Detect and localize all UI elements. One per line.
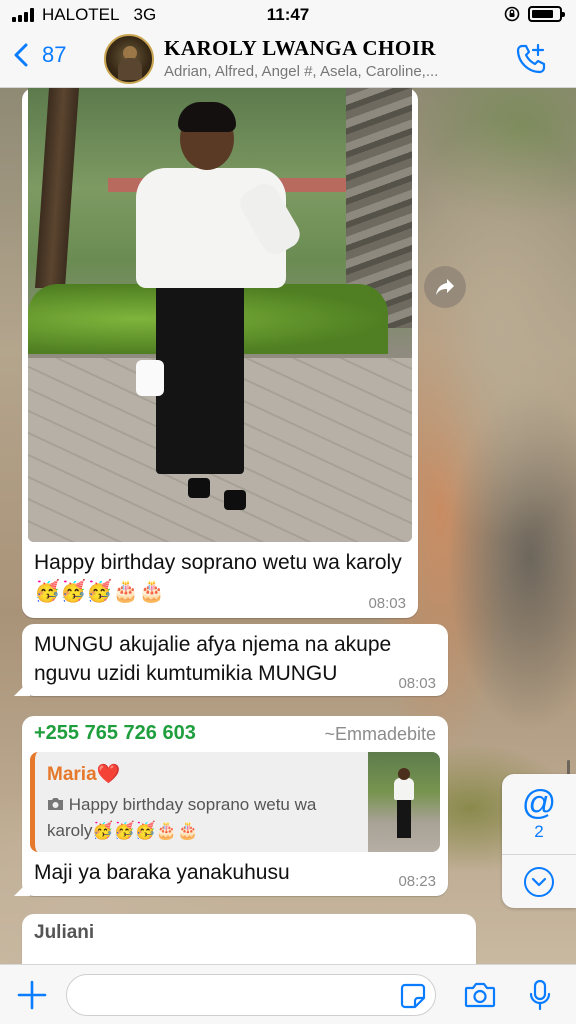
add-call-button[interactable]: [514, 42, 548, 81]
sender-phone[interactable]: +255 765 726 603: [34, 722, 196, 745]
message-time: 08:03: [398, 675, 436, 692]
quote-thumbnail: [368, 752, 440, 852]
text-message[interactable]: MUNGU akujalie afya njema na akupe nguvu…: [22, 624, 448, 696]
camera-icon: [48, 798, 63, 810]
status-time: 11:47: [266, 5, 310, 24]
unread-count: 87: [42, 42, 67, 67]
battery-icon: [528, 6, 565, 22]
microphone-button[interactable]: [528, 979, 552, 1016]
sticker-button[interactable]: [400, 983, 426, 1014]
orientation-lock-icon: [504, 6, 520, 22]
photo-hair: [178, 102, 236, 132]
quote-text: Happy birthday soprano wetu wa karoly🥳🥳🥳…: [47, 792, 357, 844]
forward-button[interactable]: [424, 266, 466, 308]
sticker-icon: [400, 983, 426, 1009]
attach-button[interactable]: [16, 979, 48, 1016]
message-input[interactable]: [66, 974, 436, 1016]
chevron-down-circle-icon: [524, 866, 554, 897]
quote-caption: Happy birthday soprano wetu wa karoly🥳🥳🥳…: [47, 795, 317, 840]
group-avatar[interactable]: [104, 34, 154, 84]
group-members[interactable]: Adrian, Alfred, Angel #, Asela, Caroline…: [164, 63, 494, 80]
group-name[interactable]: KAROLY LWANGA CHOIR: [164, 36, 436, 61]
photo-tree-left: [35, 88, 79, 288]
reply-message[interactable]: +255 765 726 603 ~Emmadebite Maria❤️ Hap…: [22, 716, 448, 896]
plus-icon: [17, 980, 47, 1010]
message-time: 08:23: [398, 873, 436, 890]
sender-alias: ~Emmadebite: [324, 724, 436, 744]
quote-author: Maria❤️: [47, 764, 121, 785]
message-composer: [0, 964, 576, 1024]
camera-button[interactable]: [464, 981, 496, 1014]
chevron-left-icon: [14, 43, 28, 67]
photo-shoe-right: [224, 490, 246, 510]
photo-shoe-left: [188, 478, 210, 498]
photo-bag: [136, 360, 164, 396]
message-text: Maji ya baraka yanakuhusu: [34, 861, 290, 884]
scroll-down-button[interactable]: [502, 855, 576, 908]
status-right: [504, 6, 565, 22]
sender-name[interactable]: Juliani: [34, 922, 94, 944]
message-photo[interactable]: [28, 88, 412, 542]
back-button[interactable]: 87: [14, 42, 66, 68]
photo-caption: Happy birthday soprano wetu wa karoly🥳🥳🥳…: [34, 551, 402, 603]
thumb-shirt: [394, 778, 414, 800]
avatar-robe: [118, 58, 142, 80]
camera-icon: [464, 982, 496, 1008]
photo-skirt: [156, 274, 244, 474]
mention-button[interactable]: @ 2: [502, 774, 576, 854]
message-time: 08:03: [368, 595, 406, 612]
status-bar: HALOTEL 3G 11:47: [0, 0, 576, 30]
at-icon: @: [521, 784, 557, 822]
chat-header: 87 KAROLY LWANGA CHOIR Adrian, Alfred, A…: [0, 30, 576, 88]
photo-message[interactable]: Happy birthday soprano wetu wa karoly🥳🥳🥳…: [22, 88, 418, 618]
message-text: MUNGU akujalie afya njema na akupe nguvu…: [34, 633, 392, 685]
mention-panel: @ 2: [502, 774, 576, 908]
phone-plus-icon: [516, 43, 546, 74]
share-arrow-icon: [436, 279, 454, 295]
microphone-icon: [529, 979, 551, 1011]
mention-count: 2: [534, 822, 544, 841]
thumb-skirt: [397, 798, 411, 838]
quoted-message[interactable]: Maria❤️ Happy birthday soprano wetu wa k…: [30, 752, 440, 852]
thumb-head: [398, 768, 410, 780]
